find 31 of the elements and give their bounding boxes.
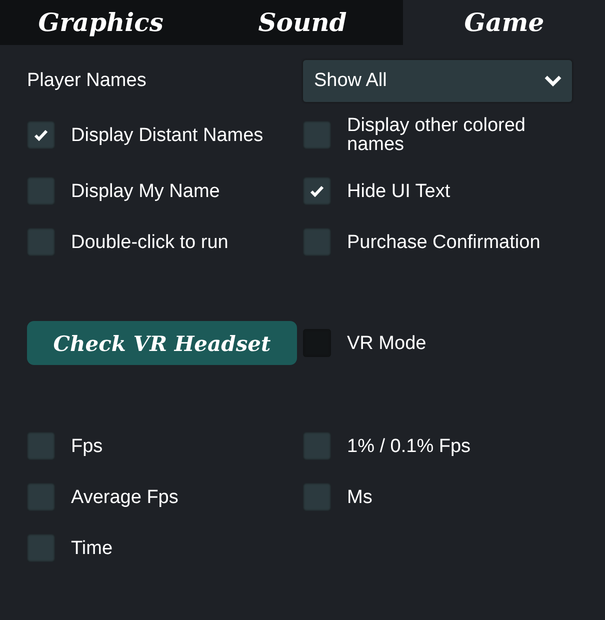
tab[interactable]: Graphics [0,0,202,45]
checkbox[interactable] [27,534,55,562]
player-names-dropdown[interactable]: Show All [303,60,572,102]
checkbox[interactable] [27,483,55,511]
check-vr-headset-button[interactable]: Check VR Headset [27,321,297,365]
checkbox[interactable] [303,228,331,256]
check-icon [310,185,324,197]
checkbox-label: Fps [71,436,103,456]
checkbox-label: Ms [347,488,372,506]
checkbox[interactable] [27,177,55,205]
checkbox[interactable] [27,228,55,256]
chevron-down-icon [544,75,562,87]
checkbox-label: Hide UI Text [347,182,450,200]
check-icon [34,129,48,141]
checkbox[interactable] [303,121,331,149]
player-names-label: Player Names [27,70,148,92]
checkbox-label: Average Fps [71,488,178,506]
checkbox[interactable] [303,483,331,511]
checkbox-label: Double-click to run [71,232,228,252]
checkbox[interactable] [27,432,55,460]
checkbox-label: Display other colored names [347,116,526,154]
checkbox-label: Purchase Confirmation [347,232,540,252]
checkbox[interactable] [27,121,55,149]
checkbox[interactable] [303,432,331,460]
checkbox[interactable] [303,177,331,205]
checkbox-label: Display My Name [71,182,220,200]
checkbox-label: 1% / 0.1% Fps [347,436,471,456]
checkbox-label: Display Distant Names [71,126,264,144]
tab[interactable]: Sound [202,0,404,45]
checkbox-label: VR Mode [347,334,426,352]
checkbox-label: Time [71,538,113,558]
